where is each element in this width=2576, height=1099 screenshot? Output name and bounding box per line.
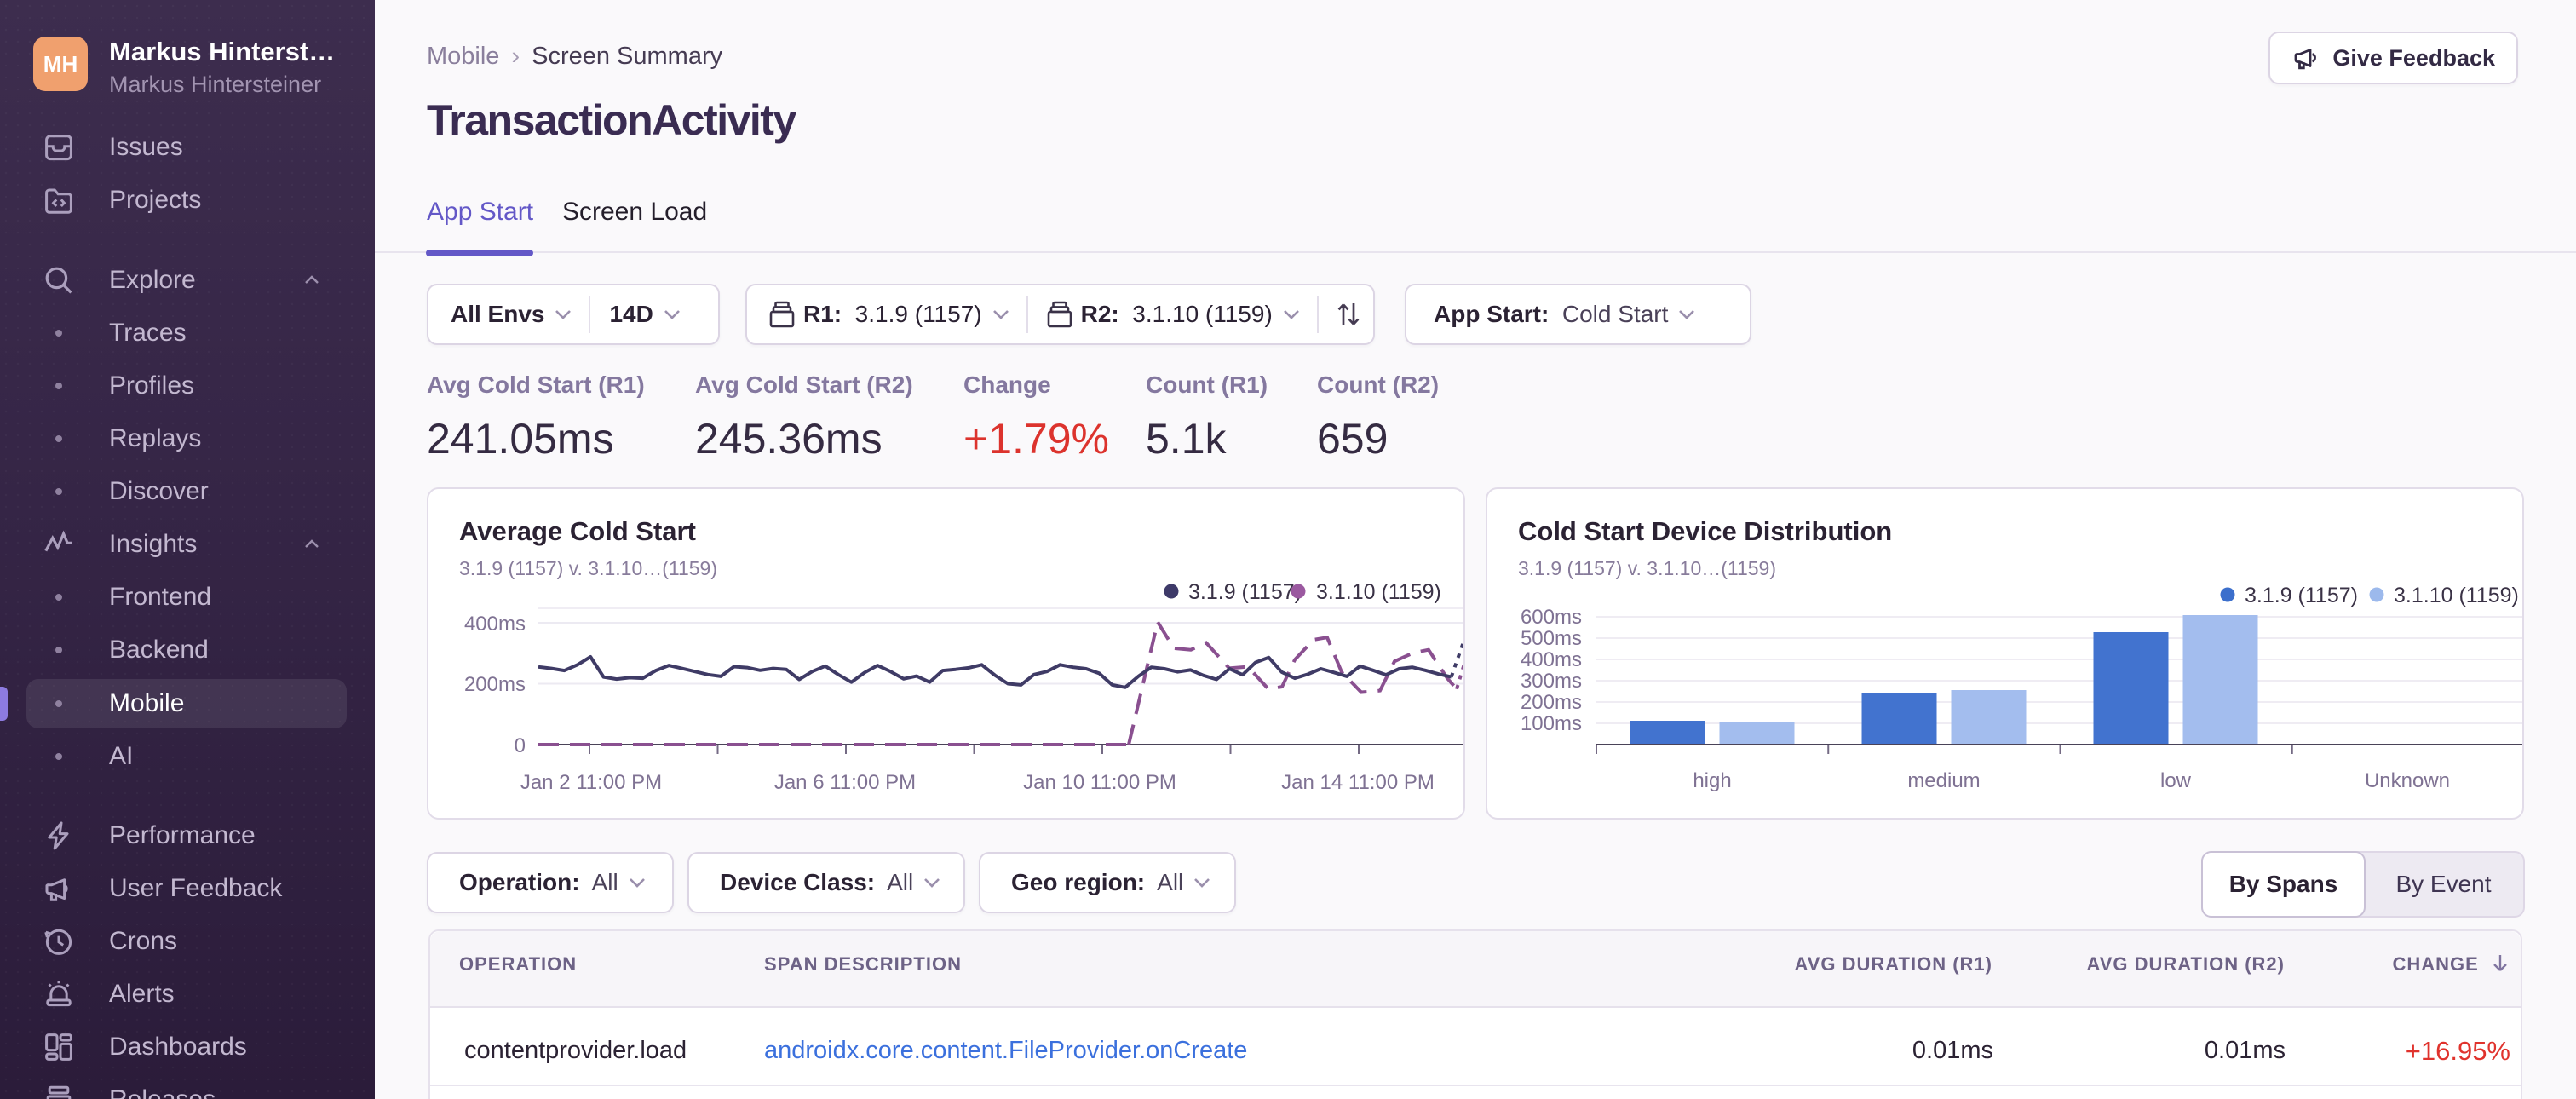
svg-text:500ms: 500ms [1521,627,1582,650]
svg-text:Unknown: Unknown [2365,769,2450,792]
svg-text:high: high [1693,769,1731,792]
svg-text:3.1.10 (1159): 3.1.10 (1159) [1316,580,1441,604]
svg-text:low: low [2160,769,2192,792]
svg-text:Average Cold Start: Average Cold Start [459,516,696,546]
svg-text:400ms: 400ms [464,613,526,636]
svg-text:400ms: 400ms [1521,648,1582,671]
svg-text:300ms: 300ms [1521,670,1582,693]
svg-text:3.1.10 (1159): 3.1.10 (1159) [2394,584,2519,607]
svg-text:Jan 6 11:00 PM: Jan 6 11:00 PM [774,771,916,794]
svg-text:600ms: 600ms [1521,606,1582,629]
svg-text:0: 0 [515,734,526,757]
svg-text:200ms: 200ms [1521,691,1582,714]
svg-text:Jan 2 11:00 PM: Jan 2 11:00 PM [520,771,662,794]
svg-text:Cold Start Device Distribution: Cold Start Device Distribution [1518,516,1892,546]
svg-text:3.1.9 (1157): 3.1.9 (1157) [2245,584,2358,607]
svg-text:200ms: 200ms [464,673,526,696]
svg-text:Jan 14 11:00 PM: Jan 14 11:00 PM [1281,771,1435,794]
svg-text:3.1.9 (1157) v. 3.1.10…(1159): 3.1.9 (1157) v. 3.1.10…(1159) [1518,557,1776,579]
svg-text:100ms: 100ms [1521,712,1582,735]
svg-text:medium: medium [1907,769,1980,792]
svg-text:Jan 10 11:00 PM: Jan 10 11:00 PM [1023,771,1176,794]
svg-text:3.1.9 (1157): 3.1.9 (1157) [1188,580,1302,604]
svg-text:3.1.9 (1157) v. 3.1.10…(1159): 3.1.9 (1157) v. 3.1.10…(1159) [459,557,717,579]
